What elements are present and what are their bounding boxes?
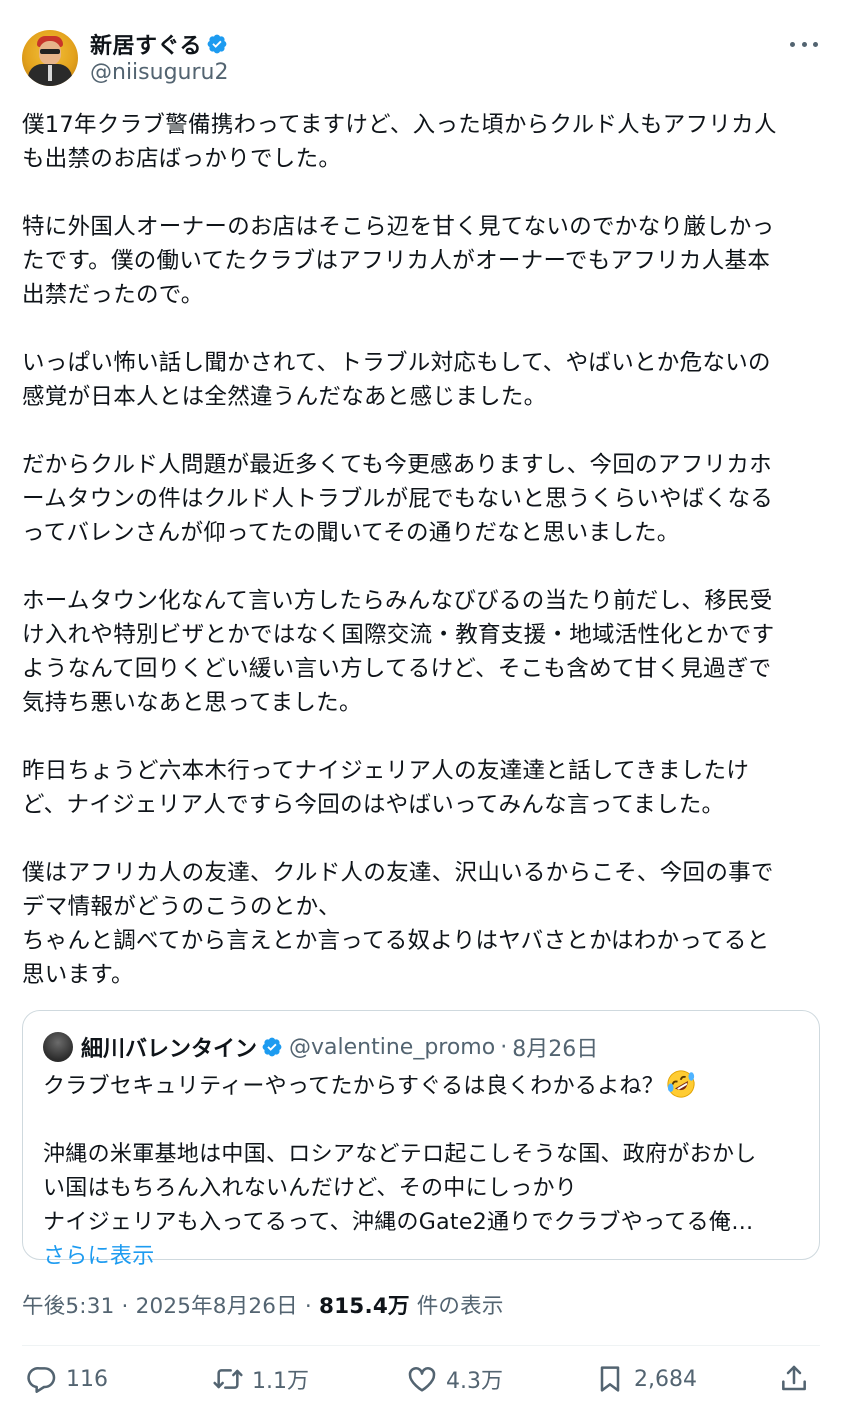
separator-dot: ·: [500, 1034, 508, 1060]
reply-count: 116: [66, 1366, 108, 1392]
verified-badge-icon: [262, 1037, 282, 1057]
like-button[interactable]: 4.3万: [406, 1357, 503, 1401]
show-more-link[interactable]: さらに表示: [43, 1240, 803, 1274]
share-icon: [782, 1365, 806, 1391]
tweet-line: 気持ち悪いなあと思ってました。: [22, 690, 362, 716]
tweet-line: ームタウンの件はクルド人トラブルが屁でもないと思うくらいやばくなる: [22, 486, 774, 512]
tweet-line: ようなんて回りくどい緩い言い方してるけど、そこも含めて甘く見過ぎで: [22, 656, 772, 682]
verified-badge-icon: [207, 34, 227, 54]
repost-icon: [213, 1369, 243, 1389]
tweet-line: 昨日ちょうど六本木行ってナイジェリア人の友達達と話してきましたけ: [22, 758, 750, 784]
tweet-line: 感覚が日本人とは全然違うんだなあと感じました。: [22, 384, 547, 410]
tweet-paragraph: ホームタウン化なんて言い方したらみんなびびるの当たり前だし、移民受 け入れや特別ビ…: [22, 584, 827, 720]
tweet-header: 新居すぐる @niisuguru2: [22, 28, 824, 92]
tweet-line: 僕17年クラブ警備携わってますけど、入った頃からクルド人もアフリカ人: [22, 112, 777, 138]
tweet-paragraph: いっぱい怖い話し聞かされて、トラブル対応もして、やばいとか危ないの 感覚が日本人と…: [22, 346, 827, 414]
tweet-line: たです。僕の働いてたクラブはアフリカ人がオーナーでもアフリカ人基本: [22, 248, 771, 274]
tweet-paragraph: 特に外国人オーナーのお店はそこら辺を甘く見てないのでかなり厳しかっ たです。僕の働…: [22, 210, 827, 312]
quoted-line: ナイジェリアも入ってるって、沖縄のGate2通りでクラブやってる俺…: [43, 1210, 754, 1235]
author-name-row[interactable]: 新居すぐる: [90, 28, 228, 60]
tweet-paragraph: だからクルド人問題が最近多くても今更感ありますし、今回のアフリカホ ームタウンの件…: [22, 448, 827, 550]
view-count[interactable]: 815.4万: [319, 1294, 410, 1319]
tweet-meta: 午後5:31 · 2025年8月26日 · 815.4万 件の表示: [22, 1289, 504, 1320]
repost-button[interactable]: 1.1万: [212, 1357, 309, 1401]
quoted-first-line: クラブセキュリティーやってたからすぐるは良くわかるよね？: [43, 1069, 803, 1104]
tweet-paragraph: 僕はアフリカ人の友達、クルド人の友達、沢山いるからこそ、今回の事で デマ情報がどう…: [22, 856, 827, 992]
separator-dot: ·: [297, 1294, 319, 1319]
bookmark-button[interactable]: 2,684: [594, 1357, 697, 1401]
like-count: 4.3万: [446, 1369, 503, 1394]
tweet-line: 思います。: [22, 962, 134, 988]
views-label: 件の表示: [409, 1294, 504, 1319]
reply-button[interactable]: 116: [26, 1357, 108, 1401]
action-bar: 116 1.1万 4.3万 2,684: [22, 1357, 822, 1401]
author-avatar[interactable]: [22, 30, 78, 86]
bookmark-icon: [600, 1366, 620, 1392]
quoted-tweet-date: 8月26日: [512, 1037, 599, 1062]
tweet-line: け入れや特別ビザとかではなく国際交流・教育支援・地域活性化とかです: [22, 622, 775, 648]
tweet-date[interactable]: 2025年8月26日: [136, 1294, 298, 1319]
tweet-line: 特に外国人オーナーのお店はそこら辺を甘く見てないのでかなり厳しかっ: [22, 214, 775, 240]
tweet-text: 僕17年クラブ警備携わってますけど、入った頃からクルド人もアフリカ人 も出禁のお店…: [22, 108, 827, 992]
tweet-line: も出禁のお店ばっかりでした。: [22, 146, 342, 172]
repost-count: 1.1万: [252, 1369, 309, 1394]
rolling-on-floor-laughing-emoji: [667, 1070, 695, 1098]
tweet-line: だからクルド人問題が最近多くても今更感ありますし、今回のアフリカホ: [22, 452, 772, 478]
reply-icon: [27, 1367, 56, 1393]
tweet-line: いっぱい怖い話し聞かされて、トラブル対応もして、やばいとか危ないの: [22, 350, 771, 376]
quoted-first-line-text: クラブセキュリティーやってたからすぐるは良くわかるよね？: [43, 1074, 665, 1099]
quoted-author-display-name: 細川バレンタイン: [81, 1037, 258, 1062]
quoted-author-handle: @valentine_promo: [289, 1034, 496, 1060]
quoted-tweet-text: クラブセキュリティーやってたからすぐるは良くわかるよね？ 沖縄の米軍基地は中国、…: [43, 1069, 803, 1274]
quoted-author-avatar: [43, 1032, 73, 1062]
quoted-tweet[interactable]: 細川バレンタイン @valentine_promo · 8月26日 クラブセキュ…: [22, 1010, 820, 1269]
tweet-paragraph: 昨日ちょうど六本木行ってナイジェリア人の友達達と話してきましたけ ど、ナイジェリア…: [22, 754, 827, 822]
quoted-line: い国はもちろん入れないんだけど、その中にしっかり: [43, 1176, 578, 1201]
tweet-paragraph: 僕17年クラブ警備携わってますけど、入った頃からクルド人もアフリカ人 も出禁のお店…: [22, 108, 827, 176]
quoted-tweet-header: 細川バレンタイン @valentine_promo · 8月26日: [43, 1031, 598, 1063]
author-display-name[interactable]: 新居すぐる: [90, 28, 202, 60]
tweet-line: ちゃんと調べてから言えとか言ってる奴よりはヤバさとかはわかってると: [22, 928, 770, 954]
like-icon: [408, 1367, 436, 1392]
tweet-line: ホームタウン化なんて言い方したらみんなびびるの当たり前だし、移民受: [22, 588, 773, 614]
separator-dot: ·: [114, 1294, 136, 1319]
tweet-line: 僕はアフリカ人の友達、クルド人の友達、沢山いるからこそ、今回の事で: [22, 860, 774, 886]
tweet-line: 出禁だったので。: [22, 282, 204, 308]
share-button[interactable]: [778, 1357, 810, 1401]
divider: [22, 1345, 820, 1346]
author-handle[interactable]: @niisuguru2: [90, 60, 228, 85]
tweet-line: デマ情報がどうのこうのとか、: [22, 894, 341, 920]
tweet-line: ど、ナイジェリア人ですら今回のはやばいってみんな言ってました。: [22, 792, 725, 818]
more-options-icon[interactable]: [790, 38, 818, 50]
quoted-line: 沖縄の米軍基地は中国、ロシアなどテロ起こしそうな国、政府がおかし: [43, 1142, 757, 1167]
tweet-line: ってバレンさんが仰ってたの聞いてその通りだなと思いました。: [22, 520, 680, 546]
tweet-time[interactable]: 午後5:31: [22, 1294, 114, 1319]
bookmark-count: 2,684: [634, 1366, 697, 1392]
